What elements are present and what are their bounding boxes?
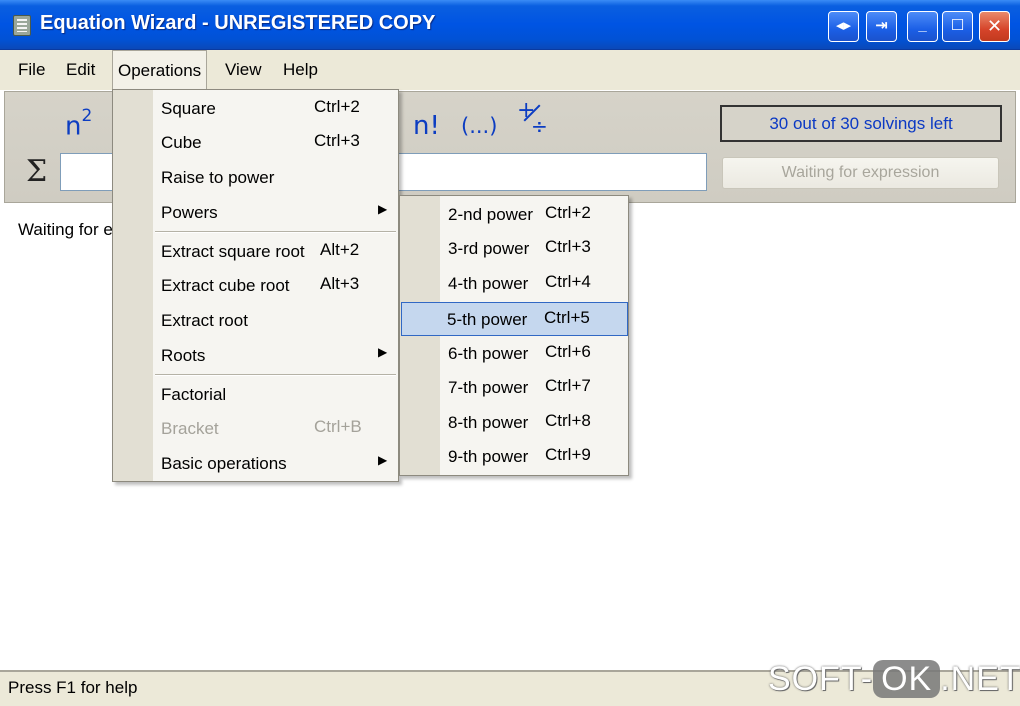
menu-item-label: Factorial bbox=[161, 385, 227, 404]
menu-item-shortcut: Ctrl+5 bbox=[544, 308, 590, 327]
menu-item-shortcut: Ctrl+6 bbox=[545, 342, 591, 361]
menu-item-factorial[interactable]: Factorial bbox=[115, 378, 396, 412]
menu-item-shortcut: Ctrl+B bbox=[314, 417, 362, 436]
menu-item-shortcut: Ctrl+2 bbox=[545, 203, 591, 222]
basic-operations-icon[interactable]: + ÷ bbox=[517, 98, 551, 146]
menu-item-6th-power[interactable]: 6-th power Ctrl+6 bbox=[402, 337, 628, 371]
menu-separator bbox=[155, 374, 396, 376]
square-tool-button[interactable]: n2 bbox=[65, 106, 92, 142]
menu-item-label: 3-rd power bbox=[448, 239, 530, 258]
menu-view[interactable]: View bbox=[225, 60, 262, 80]
square-base: n bbox=[65, 111, 82, 142]
menu-item-label: 5-th power bbox=[447, 310, 528, 329]
menu-item-label: Raise to power bbox=[161, 168, 275, 187]
menu-item-label: 2-nd power bbox=[448, 205, 534, 224]
menu-item-raise-to-power[interactable]: Raise to power bbox=[115, 161, 396, 195]
menu-item-square[interactable]: Square Ctrl+2 bbox=[115, 92, 396, 126]
menu-item-shortcut: Ctrl+4 bbox=[545, 272, 591, 291]
menu-item-label: 4-th power bbox=[448, 274, 529, 293]
menu-item-2nd-power[interactable]: 2-nd power Ctrl+2 bbox=[402, 198, 628, 232]
window-title: Equation Wizard - UNREGISTERED COPY bbox=[40, 12, 436, 34]
menu-item-roots[interactable]: Roots ▶ bbox=[115, 339, 396, 373]
solvings-counter: 30 out of 30 solvings left bbox=[720, 105, 1002, 142]
menu-item-5th-power[interactable]: 5-th power Ctrl+5 bbox=[401, 302, 628, 336]
menu-item-label: Basic operations bbox=[161, 454, 287, 473]
watermark-mid: OK bbox=[873, 660, 941, 698]
sigma-icon[interactable]: Σ bbox=[26, 154, 47, 189]
menu-item-label: 9-th power bbox=[448, 447, 529, 466]
menu-item-4th-power[interactable]: 4-th power Ctrl+4 bbox=[402, 267, 628, 301]
menu-separator bbox=[155, 231, 396, 233]
menu-item-label: 6-th power bbox=[448, 344, 529, 363]
status-text: Press F1 for help bbox=[8, 678, 138, 697]
menu-item-label: 8-th power bbox=[448, 413, 529, 432]
menu-item-label: Extract root bbox=[161, 311, 248, 330]
menu-item-label: Square bbox=[161, 99, 216, 118]
menu-item-shortcut: Ctrl+9 bbox=[545, 445, 591, 464]
powers-submenu: 2-nd power Ctrl+2 3-rd power Ctrl+3 4-th… bbox=[399, 195, 629, 476]
menu-item-extract-square-root[interactable]: Extract square root Alt+2 bbox=[115, 235, 396, 269]
menu-bar: File Edit Operations View Help bbox=[0, 50, 1020, 90]
submenu-arrow-icon: ▶ bbox=[378, 453, 388, 467]
menu-item-cube[interactable]: Cube Ctrl+3 bbox=[115, 126, 396, 160]
menu-item-bracket: Bracket Ctrl+B bbox=[115, 412, 396, 446]
app-icon[interactable] bbox=[13, 15, 31, 36]
menu-item-label: 7-th power bbox=[448, 378, 529, 397]
menu-operations[interactable]: Operations bbox=[112, 50, 208, 90]
menu-help[interactable]: Help bbox=[283, 60, 318, 80]
close-button[interactable]: ✕ bbox=[979, 11, 1010, 42]
square-exponent: 2 bbox=[81, 106, 93, 126]
menu-edit[interactable]: Edit bbox=[66, 60, 95, 80]
menu-item-9th-power[interactable]: 9-th power Ctrl+9 bbox=[402, 440, 628, 474]
menu-item-7th-power[interactable]: 7-th power Ctrl+7 bbox=[402, 371, 628, 405]
menu-item-shortcut: Alt+3 bbox=[320, 274, 360, 293]
menu-item-label: Cube bbox=[161, 133, 202, 152]
divide-sign: ÷ bbox=[531, 114, 548, 138]
bracket-tool-button[interactable]: (...) bbox=[461, 114, 497, 138]
maximize-button[interactable]: ☐ bbox=[942, 11, 973, 42]
nav-arrows-button[interactable]: ◂▸ bbox=[828, 11, 859, 42]
menu-item-extract-cube-root[interactable]: Extract cube root Alt+3 bbox=[115, 269, 396, 303]
watermark-right: .NET bbox=[940, 660, 1020, 698]
solve-button[interactable]: Waiting for expression bbox=[722, 157, 999, 189]
title-bar[interactable]: Equation Wizard - UNREGISTERED COPY ◂▸ ⇥… bbox=[0, 0, 1020, 50]
menu-item-basic-operations[interactable]: Basic operations ▶ bbox=[115, 447, 396, 481]
operations-menu: Square Ctrl+2 Cube Ctrl+3 Raise to power… bbox=[112, 89, 399, 482]
menu-item-extract-root[interactable]: Extract root bbox=[115, 304, 396, 338]
menu-item-shortcut: Ctrl+8 bbox=[545, 411, 591, 430]
menu-item-3rd-power[interactable]: 3-rd power Ctrl+3 bbox=[402, 232, 628, 266]
watermark-logo: SOFT- OK .NET bbox=[768, 660, 1020, 699]
menu-item-label: Roots bbox=[161, 346, 206, 365]
menu-item-label: Powers bbox=[161, 203, 218, 222]
menu-item-label: Bracket bbox=[161, 419, 219, 438]
menu-item-label: Extract cube root bbox=[161, 276, 290, 295]
result-text: Waiting for e bbox=[18, 220, 113, 239]
submenu-arrow-icon: ▶ bbox=[378, 345, 388, 359]
watermark-left: SOFT- bbox=[768, 660, 874, 698]
menu-file[interactable]: File bbox=[18, 60, 45, 80]
menu-item-shortcut: Alt+2 bbox=[320, 240, 360, 259]
menu-item-shortcut: Ctrl+3 bbox=[314, 131, 360, 150]
menu-item-shortcut: Ctrl+3 bbox=[545, 237, 591, 256]
menu-item-powers[interactable]: Powers ▶ bbox=[115, 196, 396, 230]
minimize-button[interactable]: _ bbox=[907, 11, 938, 42]
exit-icon-button[interactable]: ⇥ bbox=[866, 11, 897, 42]
factorial-tool-button[interactable]: n! bbox=[413, 111, 440, 141]
menu-item-shortcut: Ctrl+2 bbox=[314, 97, 360, 116]
menu-item-shortcut: Ctrl+7 bbox=[545, 376, 591, 395]
menu-item-label: Extract square root bbox=[161, 242, 305, 261]
menu-item-8th-power[interactable]: 8-th power Ctrl+8 bbox=[402, 406, 628, 440]
submenu-arrow-icon: ▶ bbox=[378, 202, 388, 216]
